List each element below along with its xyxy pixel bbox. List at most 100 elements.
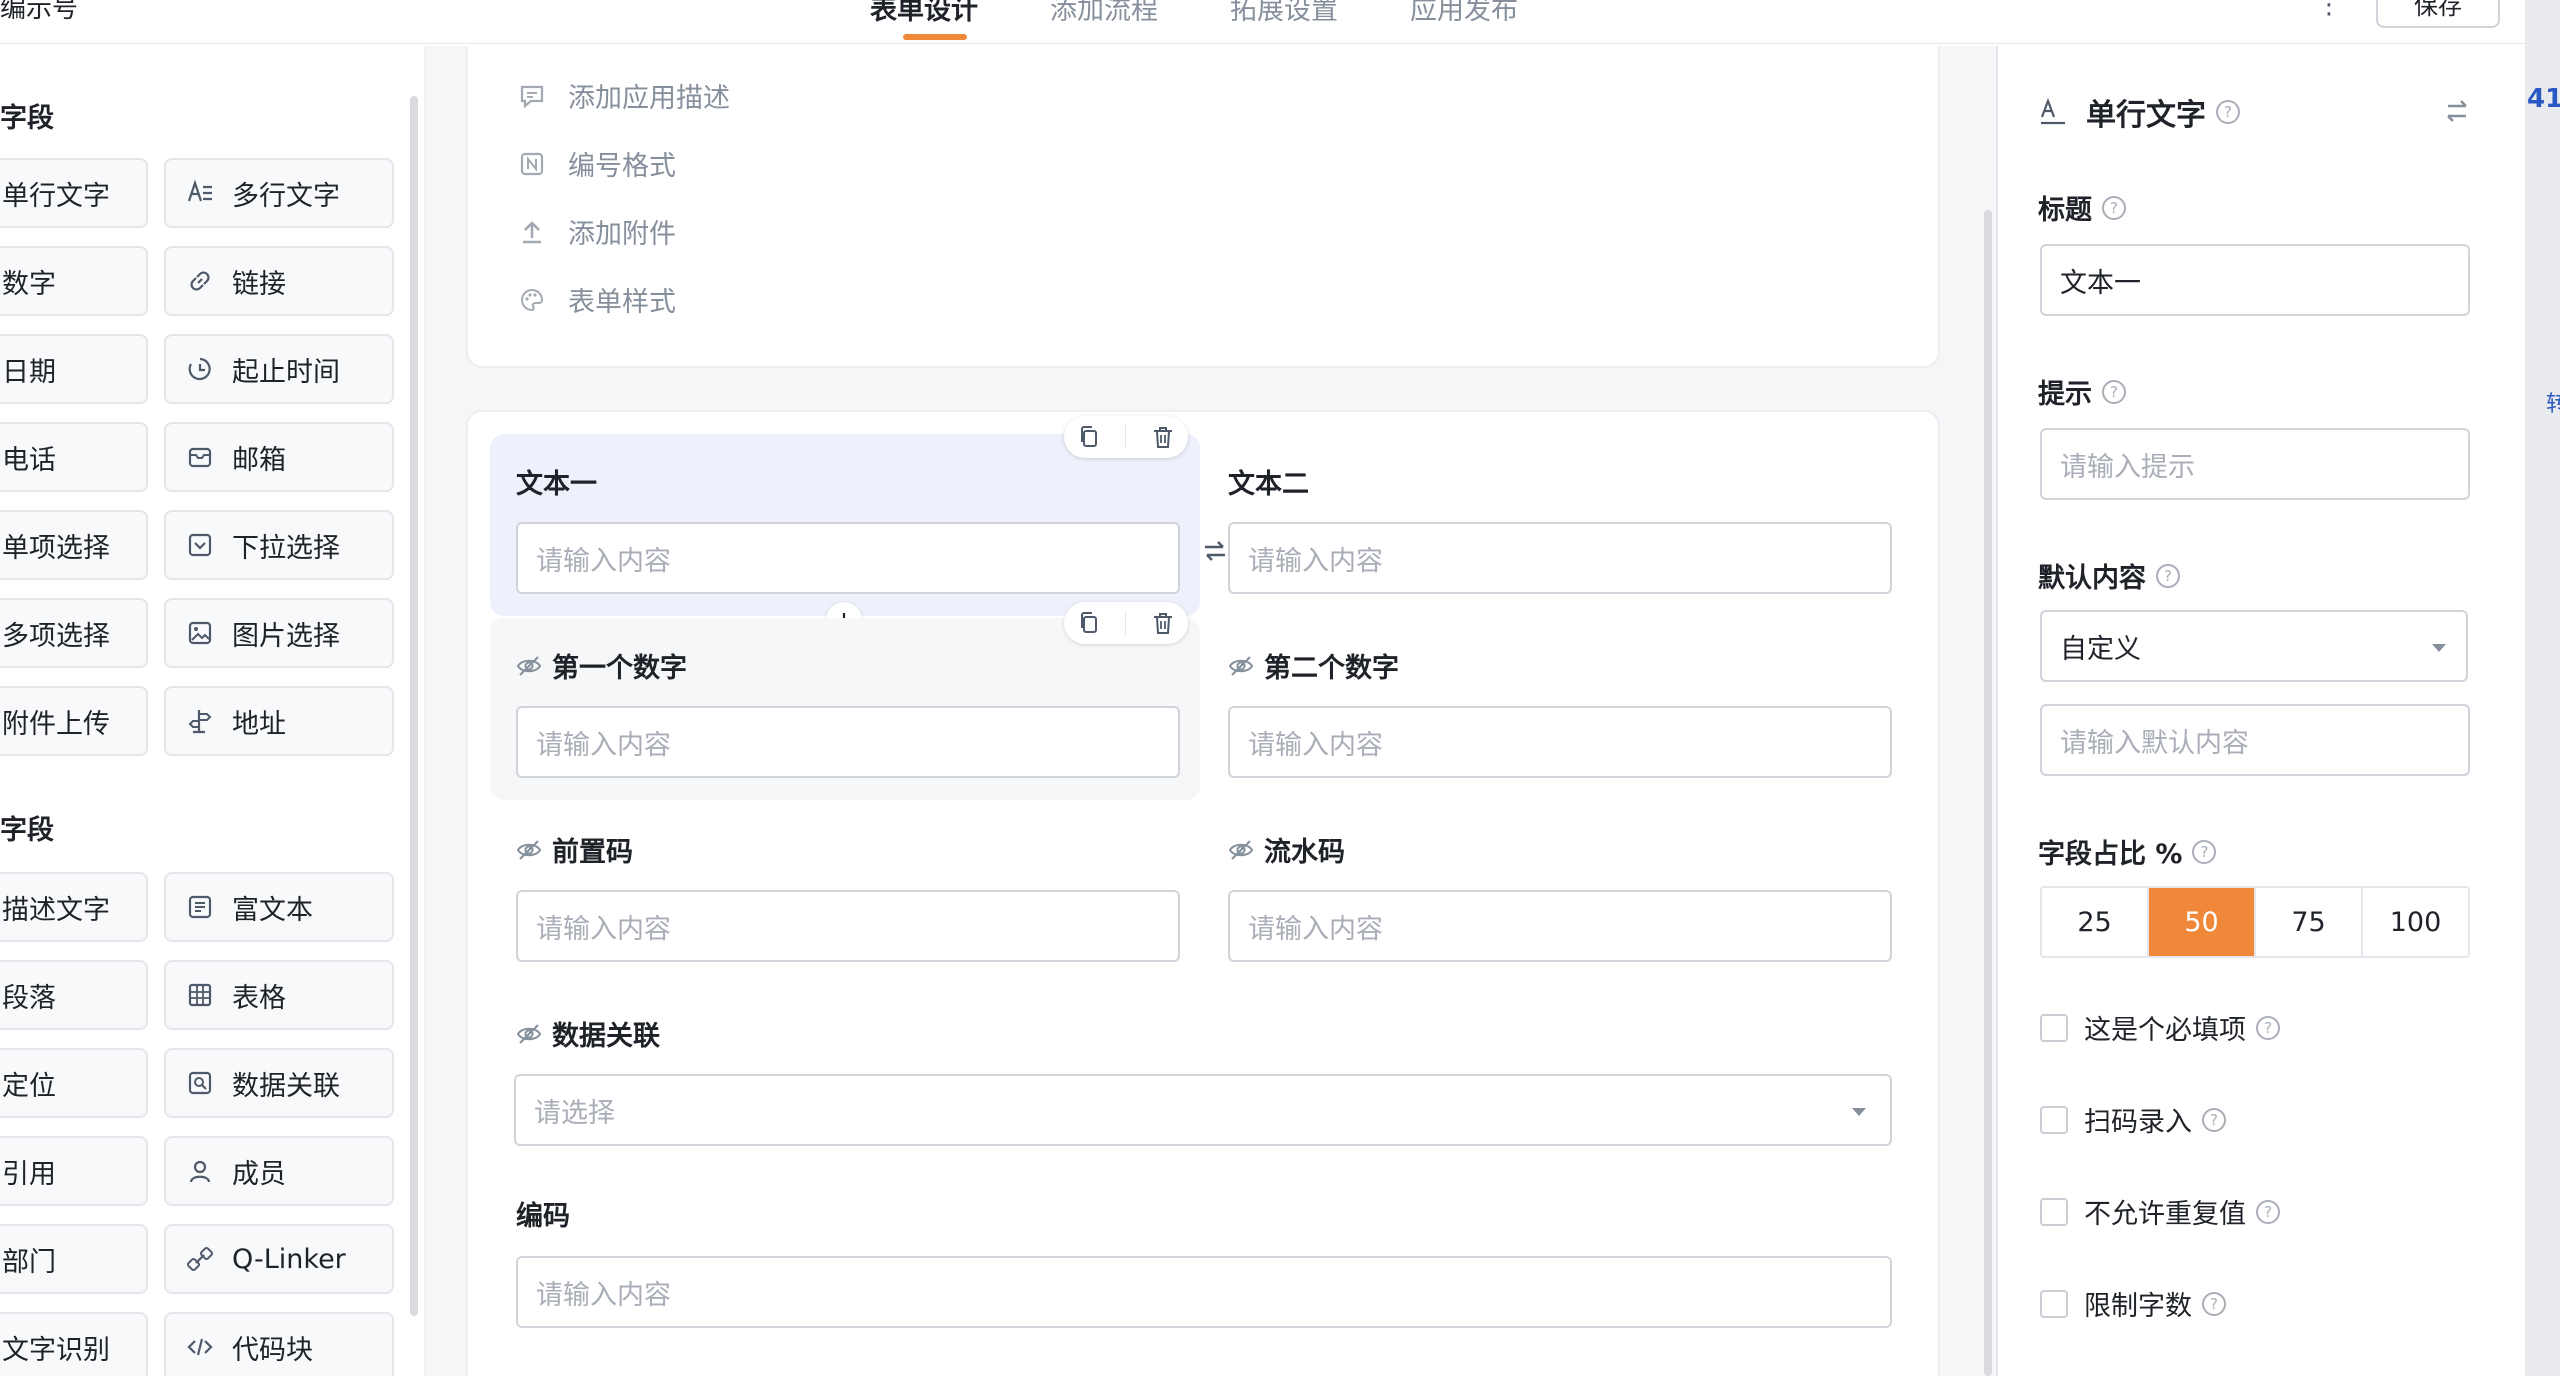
palette-item-paragraph[interactable]: 段落 bbox=[0, 960, 148, 1030]
palette-item-address[interactable]: 地址 bbox=[164, 686, 394, 756]
no-duplicate-checkbox-row[interactable]: 不允许重复值 ? bbox=[2040, 1192, 2280, 1231]
limit-length-checkbox[interactable] bbox=[2040, 1289, 2068, 1318]
width-option-100[interactable]: 100 bbox=[2363, 888, 2468, 956]
title-input[interactable]: 文本一 bbox=[2040, 244, 2470, 316]
field-relation-label: 数据关联 bbox=[516, 1014, 660, 1053]
form-fields-card: 文本一 请输入内容 文本二 请输入内容 第一个数字 请输入内容 第二个数字 请输… bbox=[466, 410, 1940, 1376]
no-duplicate-checkbox[interactable] bbox=[2040, 1197, 2068, 1226]
help-icon[interactable]: ? bbox=[2216, 100, 2240, 124]
more-options-icon[interactable]: ⋮ bbox=[2316, 0, 2342, 20]
help-icon[interactable]: ? bbox=[2256, 1199, 2280, 1224]
background-link-text: 转 bbox=[2546, 392, 2560, 417]
palette-item-code-block[interactable]: 代码块 bbox=[164, 1312, 394, 1376]
width-option-50[interactable]: 50 bbox=[2149, 888, 2256, 956]
field-code-input[interactable]: 请输入内容 bbox=[516, 1256, 1892, 1328]
palette-item-department[interactable]: 部门 bbox=[0, 1224, 148, 1294]
number-format-option[interactable]: 编号格式 bbox=[518, 144, 676, 183]
field-text1-input[interactable]: 请输入内容 bbox=[516, 522, 1180, 594]
swap-icon[interactable] bbox=[1200, 536, 1230, 566]
help-icon[interactable]: ? bbox=[2192, 839, 2217, 864]
field-num2-input[interactable]: 请输入内容 bbox=[1228, 706, 1892, 778]
field-num1-input[interactable]: 请输入内容 bbox=[516, 706, 1180, 778]
palette-item-rich-text[interactable]: 富文本 bbox=[164, 872, 394, 942]
field-prefix-input[interactable]: 请输入内容 bbox=[516, 890, 1180, 962]
palette-item-qlinker[interactable]: Q-Linker bbox=[164, 1224, 394, 1294]
palette-item-member[interactable]: 成员 bbox=[164, 1136, 394, 1206]
required-checkbox[interactable] bbox=[2040, 1013, 2068, 1042]
palette-scrollbar[interactable] bbox=[410, 96, 418, 1316]
comment-icon bbox=[518, 82, 546, 110]
tab-add-process[interactable]: 添加流程 bbox=[1050, 0, 1158, 27]
palette-item-multi-choice[interactable]: 多项选择 bbox=[0, 598, 148, 668]
chevron-down-icon bbox=[2432, 644, 2446, 652]
switch-field-type-icon[interactable] bbox=[2442, 96, 2472, 126]
canvas-scrollbar[interactable] bbox=[1984, 210, 1992, 1376]
signpost-icon bbox=[186, 707, 214, 735]
add-app-description-option[interactable]: 添加应用描述 bbox=[518, 76, 730, 115]
copy-icon[interactable] bbox=[1076, 610, 1102, 636]
help-icon[interactable]: ? bbox=[2202, 1107, 2226, 1132]
default-mode-select[interactable]: 自定义 bbox=[2040, 610, 2468, 682]
default-content-label: 默认内容? bbox=[2038, 556, 2180, 595]
help-icon[interactable]: ? bbox=[2102, 195, 2126, 220]
title-label: 标题? bbox=[2038, 188, 2126, 227]
palette-item-ocr[interactable]: 文字识别 bbox=[0, 1312, 148, 1376]
palette-item-multiline-text[interactable]: 多行文字 bbox=[164, 158, 394, 228]
default-content-input[interactable]: 请输入默认内容 bbox=[2040, 704, 2470, 776]
help-icon[interactable]: ? bbox=[2102, 379, 2126, 404]
width-option-25[interactable]: 25 bbox=[2042, 888, 2149, 956]
app-name: 编示号 bbox=[0, 0, 79, 24]
palette-item-reference[interactable]: 引用 bbox=[0, 1136, 148, 1206]
limit-length-checkbox-row[interactable]: 限制字数 ? bbox=[2040, 1284, 2226, 1323]
field-num1-toolbar bbox=[1064, 602, 1188, 644]
eye-hidden-icon bbox=[1228, 837, 1254, 863]
palette-item-table[interactable]: 表格 bbox=[164, 960, 394, 1030]
trash-icon[interactable] bbox=[1150, 424, 1176, 450]
chevron-down-icon bbox=[1852, 1108, 1866, 1116]
scan-input-checkbox-row[interactable]: 扫码录入 ? bbox=[2040, 1100, 2226, 1139]
field-relation-select[interactable]: 请选择 bbox=[514, 1074, 1892, 1146]
field-text2-input[interactable]: 请输入内容 bbox=[1228, 522, 1892, 594]
table-icon bbox=[186, 981, 214, 1009]
palette-item-phone[interactable]: 电话 bbox=[0, 422, 148, 492]
required-checkbox-row[interactable]: 这是个必填项 ? bbox=[2040, 1008, 2280, 1047]
palette-item-single-choice[interactable]: 单项选择 bbox=[0, 510, 148, 580]
palette-item-single-text[interactable]: 单行文字 bbox=[0, 158, 148, 228]
palette-item-link[interactable]: 链接 bbox=[164, 246, 394, 316]
tab-extension-settings[interactable]: 拓展设置 bbox=[1230, 0, 1338, 27]
palette-item-data-relation[interactable]: 数据关联 bbox=[164, 1048, 394, 1118]
text-field-icon bbox=[2038, 97, 2068, 127]
field-serial-input[interactable]: 请输入内容 bbox=[1228, 890, 1892, 962]
palette-item-location[interactable]: 定位 bbox=[0, 1048, 148, 1118]
form-style-option[interactable]: 表单样式 bbox=[518, 280, 676, 319]
width-option-75[interactable]: 75 bbox=[2256, 888, 2363, 956]
mailbox-icon bbox=[186, 443, 214, 471]
link-icon bbox=[186, 267, 214, 295]
copy-icon[interactable] bbox=[1076, 424, 1102, 450]
field-text1-toolbar bbox=[1064, 416, 1188, 458]
palette-item-email[interactable]: 邮箱 bbox=[164, 422, 394, 492]
palette-item-dropdown[interactable]: 下拉选择 bbox=[164, 510, 394, 580]
palette-item-attachment[interactable]: 附件上传 bbox=[0, 686, 148, 756]
palette-item-description[interactable]: 描述文字 bbox=[0, 872, 148, 942]
trash-icon[interactable] bbox=[1150, 610, 1176, 636]
palette-item-number[interactable]: 数字 bbox=[0, 246, 148, 316]
multiline-text-icon bbox=[186, 179, 214, 207]
palette-item-image-choice[interactable]: 图片选择 bbox=[164, 598, 394, 668]
user-icon bbox=[186, 1157, 214, 1185]
scan-input-checkbox[interactable] bbox=[2040, 1105, 2068, 1134]
palette-section-title-2: 字段 bbox=[0, 815, 54, 846]
help-icon[interactable]: ? bbox=[2202, 1291, 2226, 1316]
background-window-edge bbox=[2525, 0, 2560, 1376]
save-button[interactable]: 保存 bbox=[2376, 0, 2500, 28]
help-icon[interactable]: ? bbox=[2256, 1015, 2280, 1040]
tab-app-publish[interactable]: 应用发布 bbox=[1410, 0, 1518, 27]
field-text2-label: 文本二 bbox=[1228, 469, 1309, 500]
hint-input[interactable]: 请输入提示 bbox=[2040, 428, 2470, 500]
palette-item-date[interactable]: 日期 bbox=[0, 334, 148, 404]
field-text1-label: 文本一 bbox=[516, 469, 597, 500]
add-attachment-option[interactable]: 添加附件 bbox=[518, 212, 676, 251]
tab-form-design[interactable]: 表单设计 bbox=[870, 0, 978, 27]
palette-item-time-range[interactable]: 起止时间 bbox=[164, 334, 394, 404]
help-icon[interactable]: ? bbox=[2156, 563, 2180, 588]
